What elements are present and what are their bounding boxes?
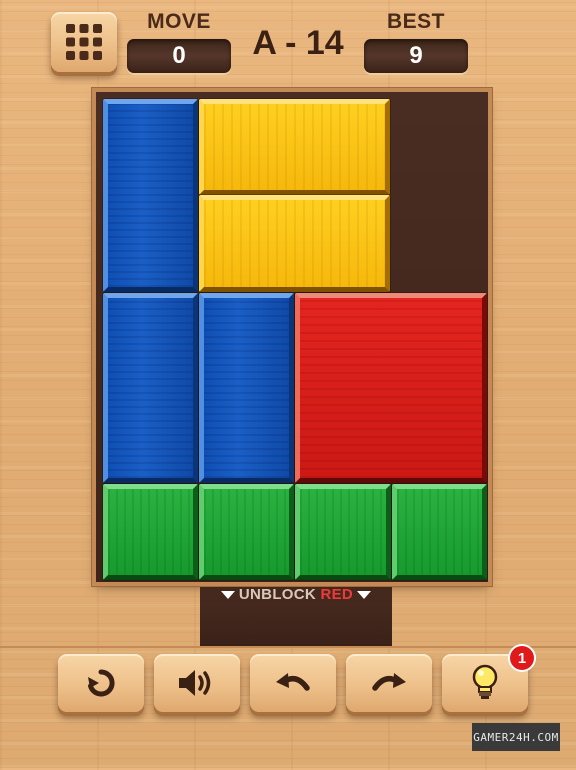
undo-button[interactable] bbox=[250, 654, 336, 712]
menu-button[interactable] bbox=[51, 12, 117, 72]
green-block-2[interactable] bbox=[199, 484, 294, 580]
blue-block-2[interactable] bbox=[103, 293, 198, 483]
sound-icon bbox=[179, 670, 211, 696]
redo-icon bbox=[372, 673, 406, 691]
hint-count-badge: 1 bbox=[510, 646, 534, 670]
hint-button[interactable]: 1 bbox=[442, 646, 534, 712]
best-counter: 9 bbox=[364, 39, 468, 73]
restart-icon bbox=[88, 669, 115, 697]
sound-button[interactable] bbox=[154, 654, 240, 712]
yellow-block-1[interactable] bbox=[199, 99, 390, 195]
unblock-target-text: RED bbox=[320, 586, 354, 603]
down-arrow-icon bbox=[220, 591, 235, 600]
move-counter: 0 bbox=[127, 39, 231, 73]
undo-icon bbox=[276, 673, 310, 691]
green-block-4[interactable] bbox=[392, 484, 487, 580]
green-block-3[interactable] bbox=[295, 484, 391, 580]
restart-button[interactable] bbox=[58, 654, 144, 712]
unblock-hint: UNBLOCK RED bbox=[200, 586, 392, 603]
blue-block-3[interactable] bbox=[199, 293, 294, 483]
redo-button[interactable] bbox=[346, 654, 432, 712]
grid-menu-icon bbox=[66, 24, 102, 60]
red-block[interactable] bbox=[295, 293, 487, 483]
watermark: GAMER24H.COM bbox=[472, 723, 560, 751]
best-label: BEST bbox=[386, 10, 445, 33]
unblock-text: UNBLOCK bbox=[238, 586, 317, 603]
green-block-1[interactable] bbox=[103, 484, 198, 580]
blue-block-1[interactable] bbox=[103, 99, 198, 292]
hint-lightbulb-icon bbox=[472, 664, 498, 699]
down-arrow-icon bbox=[357, 591, 372, 600]
yellow-block-2[interactable] bbox=[199, 195, 390, 292]
level-title: A - 14 bbox=[252, 24, 344, 62]
move-label: MOVE bbox=[147, 10, 211, 33]
